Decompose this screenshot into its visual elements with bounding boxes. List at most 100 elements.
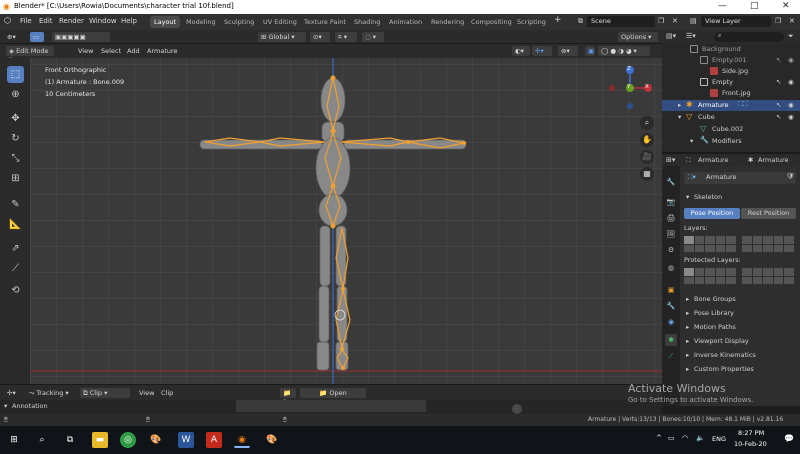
tool-tab-icon[interactable]: 🔧: [665, 176, 677, 188]
armature-data-tab-icon[interactable]: ✱: [665, 334, 677, 346]
menu-armature[interactable]: Armature: [144, 46, 181, 56]
expand-arrow-icon[interactable]: ▾: [678, 113, 681, 121]
section-bone-groups[interactable]: ▸ Bone Groups: [684, 294, 796, 306]
tab-shading[interactable]: Shading: [350, 16, 384, 28]
perspective-toggle-icon[interactable]: ▦: [640, 167, 654, 181]
mode-dropdown[interactable]: ◈ Edit Mode ▾: [6, 46, 54, 63]
rest-position-button[interactable]: Rest Position: [741, 208, 796, 219]
visibility-eye-icon[interactable]: ◉: [788, 56, 794, 64]
transform-orientation-dropdown[interactable]: ⊞ Global ▾: [258, 32, 306, 42]
tab-rendering[interactable]: Rendering: [427, 16, 468, 28]
outliner-row[interactable]: Side.jpg: [662, 66, 800, 77]
measure-tool-icon[interactable]: 📐: [7, 216, 24, 233]
menu-clip[interactable]: Clip: [158, 388, 176, 398]
clip-editor-type-icon[interactable]: ✢▾: [4, 388, 19, 398]
menu-add[interactable]: Add: [124, 46, 143, 56]
scale-tool-icon[interactable]: ⤡: [7, 150, 24, 167]
expand-arrow-icon[interactable]: ▸: [678, 101, 681, 109]
tab-layout[interactable]: Layout: [150, 16, 181, 28]
xray-toggle-icon[interactable]: ▣: [585, 46, 595, 56]
shading-mode-icons[interactable]: ◯ ● ◑ ◕ ▾: [598, 46, 650, 56]
move-tool-icon[interactable]: ✥: [7, 110, 24, 127]
outliner-row[interactable]: ▽ Cube.002: [662, 124, 800, 135]
editor-type-icon[interactable]: ⊕▾: [4, 32, 19, 42]
options-dropdown[interactable]: Options ▾: [618, 32, 658, 42]
tab-texture-paint[interactable]: Texture Paint: [300, 16, 350, 28]
clip-view-dropdown[interactable]: ⧉ Clip ▾: [80, 388, 130, 398]
menu-edit[interactable]: Edit: [39, 17, 53, 25]
bone-size-tool-icon[interactable]: ⟋: [7, 260, 24, 277]
clip-browse-icon[interactable]: 📁▾: [280, 388, 296, 405]
section-pose-library[interactable]: ▸ Pose Library: [684, 308, 796, 320]
cursor-tool-icon[interactable]: ⊕: [7, 86, 24, 103]
view-layer-remove-icon[interactable]: ✕: [789, 17, 795, 25]
outliner-row[interactable]: Background: [662, 44, 800, 55]
modifier-tab-icon[interactable]: 🔧: [665, 300, 677, 312]
blender-taskbar-icon[interactable]: ◉: [234, 432, 250, 448]
language-indicator[interactable]: ENG: [712, 435, 726, 443]
snap-icon[interactable]: ⌗ ▾: [335, 32, 357, 42]
select-box-icon[interactable]: ▭: [30, 32, 44, 42]
file-explorer-icon[interactable]: ▬: [92, 432, 108, 448]
proportional-edit-icon[interactable]: ◌ ▾: [362, 32, 384, 42]
select-toggle-icon[interactable]: ↖: [776, 56, 781, 64]
acrobat-icon[interactable]: A: [206, 432, 222, 448]
view-layer-tab-icon[interactable]: 🖼: [665, 228, 677, 240]
search-icon[interactable]: ⌕: [34, 432, 50, 448]
pan-hand-icon[interactable]: ✋: [640, 133, 654, 147]
clock-date[interactable]: 10-Feb-20: [734, 440, 767, 448]
maximize-button[interactable]: □: [750, 1, 759, 11]
paint-icon[interactable]: 🎨: [148, 432, 164, 448]
gizmo-toggle-icon[interactable]: ✢▾: [532, 46, 552, 56]
menu-file[interactable]: File: [20, 17, 32, 25]
physics-tab-icon[interactable]: ◉: [665, 316, 677, 328]
menu-select[interactable]: Select: [98, 46, 124, 56]
network-icon[interactable]: ▭: [668, 434, 675, 442]
menu-window[interactable]: Window: [89, 17, 117, 25]
minimize-button[interactable]: —: [718, 1, 727, 11]
section-custom-properties[interactable]: ▸ Custom Properties: [684, 364, 796, 376]
data-name-field[interactable]: ⛶▾ Armature 🛡: [684, 172, 796, 184]
section-inverse-kinematics[interactable]: ▸ Inverse Kinematics: [684, 350, 796, 362]
chrome-icon[interactable]: ◎: [120, 432, 136, 448]
scene-remove-icon[interactable]: ✕: [672, 17, 678, 25]
outliner-row[interactable]: Empty ↖ ◉: [662, 77, 800, 88]
zoom-icon[interactable]: ⌕: [640, 116, 654, 130]
scene-selector[interactable]: Scene: [587, 16, 655, 27]
tracking-mode-dropdown[interactable]: ⤳ Tracking ▾: [26, 388, 72, 398]
visibility-eye-icon[interactable]: ◉: [788, 113, 794, 121]
extrude-tool-icon[interactable]: ⇗: [7, 240, 24, 257]
scene-tab-icon[interactable]: ⚙: [665, 244, 677, 256]
protected-layers-grid-b[interactable]: [742, 268, 794, 284]
tab-scripting[interactable]: Scripting: [513, 16, 550, 28]
properties-context-left[interactable]: Armature: [698, 156, 729, 164]
outliner-row-selected[interactable]: ▸ ✱ Armature ⛶⛶ ↖ ◉: [662, 100, 800, 111]
outliner-row[interactable]: Front.jpg: [662, 88, 800, 99]
navigation-gizmo[interactable]: Z Y X: [606, 66, 654, 116]
tab-compositing[interactable]: Compositing: [467, 16, 516, 28]
tab-sculpting[interactable]: Sculpting: [220, 16, 258, 28]
render-tab-icon[interactable]: 📷: [665, 196, 677, 208]
wifi-icon[interactable]: ◠: [682, 434, 688, 442]
add-workspace-button[interactable]: +: [554, 15, 562, 25]
output-tab-icon[interactable]: 🖨: [665, 212, 677, 224]
outliner-search-input[interactable]: ⌕: [714, 32, 784, 42]
annotate-tool-icon[interactable]: ✎: [7, 196, 24, 213]
select-tool-icon[interactable]: ⬚: [7, 66, 24, 83]
pose-position-button[interactable]: Pose Position: [684, 208, 740, 219]
volume-icon[interactable]: 🔈: [696, 434, 705, 442]
collapse-arrow-icon[interactable]: ▾: [4, 402, 7, 410]
armature-data-icon[interactable]: ⛶⛶: [738, 100, 748, 109]
visibility-eye-icon[interactable]: ◉: [788, 101, 794, 109]
properties-context-right[interactable]: Armature: [758, 156, 789, 164]
section-viewport-display[interactable]: ▸ Viewport Display: [684, 336, 796, 348]
open-clip-button[interactable]: 📁 Open: [300, 388, 366, 398]
annotation-add-icon[interactable]: [512, 404, 522, 414]
outliner-row[interactable]: Empty.001 ↖ ◉: [662, 55, 800, 66]
select-toggle-icon[interactable]: ↖: [776, 113, 781, 121]
world-tab-icon[interactable]: ◍: [665, 262, 677, 274]
tab-uv-editing[interactable]: UV Editing: [259, 16, 301, 28]
layers-grid-b[interactable]: [742, 236, 794, 252]
view-layer-copy-icon[interactable]: ❐: [775, 17, 781, 25]
display-mode-icon[interactable]: ☰▾: [686, 32, 696, 40]
